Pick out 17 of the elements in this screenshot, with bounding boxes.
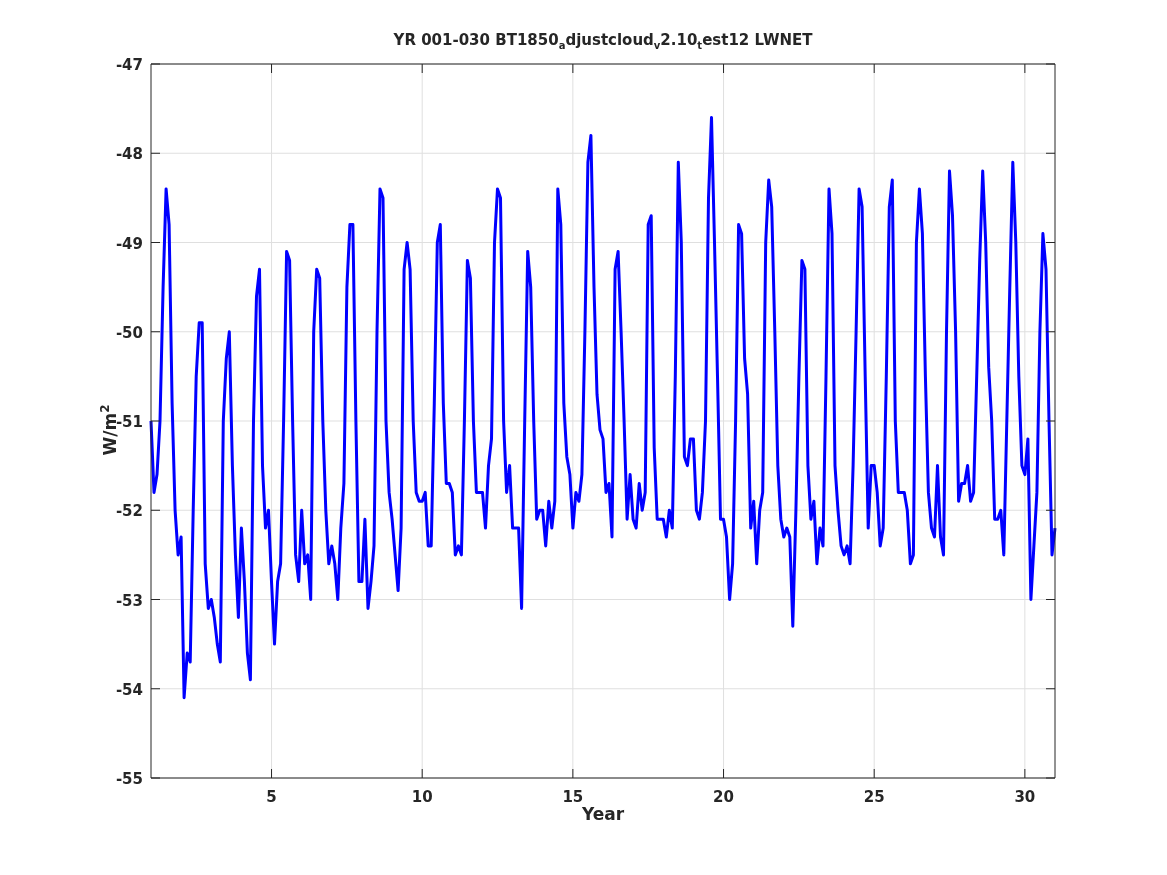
tick-label: -54 [115,680,143,699]
tick-label: 15 [562,788,584,806]
tick-label: 20 [713,788,734,806]
tick-label: 25 [863,788,885,806]
tick-label: -50 [115,323,143,342]
tick-label: -52 [115,502,143,521]
tick-label: -53 [115,591,143,610]
tick-label: -51 [115,413,143,431]
x-axis-label: Year [580,804,626,824]
tick-label: 5 [266,788,277,806]
tick-label: 10 [411,788,433,806]
tick-label: -48 [115,145,143,164]
tick-label: 30 [1014,788,1036,806]
tick-label: -47 [115,56,143,74]
tick-label: -55 [115,770,143,788]
chart-title: YR 001-030 BT1850$_{a}$djustcloud$_{v}$2.10$_{t}$est12 LWNET [392,30,814,53]
tick-label: -49 [115,234,143,253]
